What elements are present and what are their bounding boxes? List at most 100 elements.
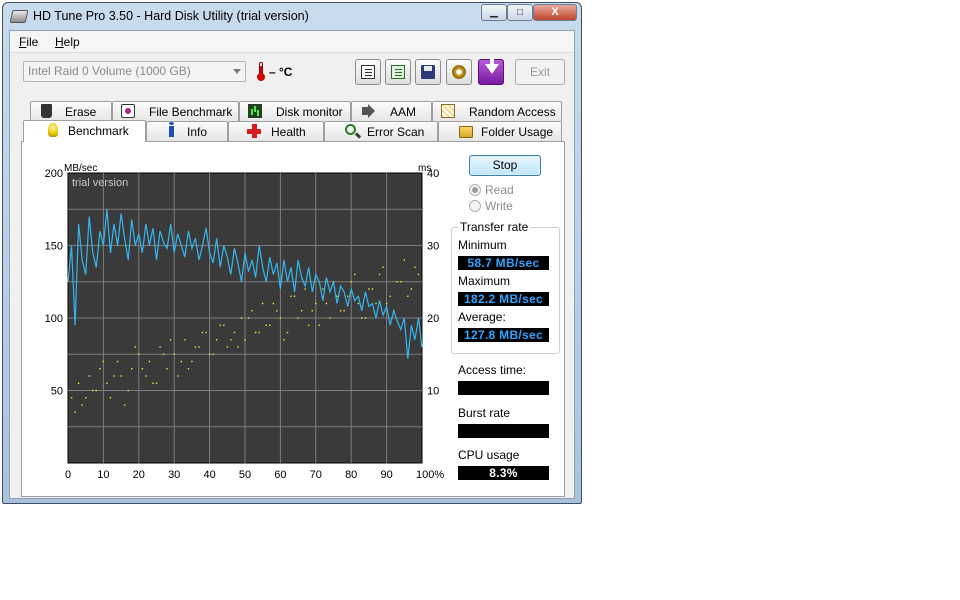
access-time-point: [272, 302, 275, 305]
access-time-point: [194, 346, 197, 348]
access-time-point: [159, 346, 161, 348]
tab-aam[interactable]: AAM: [351, 101, 432, 121]
access-time-point: [262, 302, 264, 305]
tab-error-scan[interactable]: Error Scan: [324, 121, 438, 141]
watermark-label: trial version: [72, 177, 128, 189]
access-time-point: [322, 288, 324, 290]
access-time-point: [131, 368, 133, 370]
copy-image-button[interactable]: [385, 59, 411, 85]
access-time-point: [88, 375, 90, 377]
menu-file-label: ile: [26, 35, 39, 49]
drive-select-value: Intel Raid 0 Volume (1000 GB): [28, 64, 191, 78]
tab-aam-label: AAM: [390, 105, 417, 119]
access-time-point: [371, 288, 374, 290]
y-left-unit-label: MB/sec: [64, 163, 97, 174]
access-time-point: [290, 295, 292, 297]
access-time-point: [368, 288, 370, 290]
temperature-readout: – °C: [269, 65, 293, 79]
access-time-point: [141, 368, 144, 370]
thermometer-icon: [257, 62, 265, 81]
magnifier-icon: [345, 124, 356, 135]
access-time-point: [244, 339, 246, 341]
tab-benchmark[interactable]: Benchmark: [23, 120, 146, 142]
access-time-point: [201, 331, 204, 334]
tab-folder-usage[interactable]: Folder Usage: [438, 121, 562, 141]
x-tick-label: 60: [274, 469, 286, 481]
access-time-point: [417, 273, 420, 276]
access-time-point: [293, 295, 296, 297]
tab-disk-monitor-label: Disk monitor: [276, 105, 343, 119]
y-right-tick-label: 30: [427, 241, 439, 253]
y-left-tick-label: 100: [45, 313, 63, 325]
access-time-point: [215, 339, 218, 341]
access-time-point: [177, 375, 179, 377]
x-tick-label: 50: [239, 469, 251, 481]
x-tick-label: 30: [168, 469, 180, 481]
access-time-point: [308, 324, 310, 326]
access-time-point: [389, 295, 391, 297]
access-time-point: [81, 404, 83, 406]
access-time-point: [378, 273, 381, 276]
access-time-point: [233, 331, 236, 334]
copy-text-button[interactable]: [355, 59, 381, 85]
tab-health-label: Health: [271, 125, 306, 139]
tab-folder-usage-label: Folder Usage: [481, 125, 554, 139]
access-time-point: [205, 331, 207, 334]
read-radio-label: Read: [485, 183, 514, 197]
download-button[interactable]: [478, 58, 504, 85]
tab-health[interactable]: Health: [228, 121, 324, 141]
folder-icon: [459, 126, 473, 138]
random-access-icon: [441, 104, 455, 118]
access-time-point: [265, 324, 267, 326]
x-tick-label: 100%: [416, 469, 444, 481]
copy-icon: [361, 65, 375, 79]
tab-erase[interactable]: Erase: [30, 101, 112, 121]
access-time-point: [74, 411, 76, 413]
menu-help-accel: H: [55, 35, 64, 49]
x-tick-label: 40: [203, 469, 215, 481]
maximize-button[interactable]: □: [507, 4, 533, 21]
tab-info[interactable]: Info: [146, 121, 228, 141]
close-button[interactable]: X: [533, 4, 577, 21]
access-time-point: [92, 389, 94, 392]
read-radio[interactable]: Read: [469, 183, 514, 197]
save-button[interactable]: [415, 59, 441, 85]
access-time-point: [385, 302, 388, 305]
access-time-point: [364, 317, 367, 319]
write-radio[interactable]: Write: [469, 199, 513, 213]
access-time-point: [400, 281, 402, 283]
exit-button[interactable]: Exit: [515, 59, 565, 85]
options-button[interactable]: [446, 59, 472, 85]
stop-button[interactable]: Stop: [469, 155, 541, 176]
menu-help[interactable]: Help: [55, 35, 80, 49]
cpu-usage-label: CPU usage: [458, 448, 520, 462]
window-title: HD Tune Pro 3.50 - Hard Disk Utility (tr…: [33, 9, 309, 23]
minimize-button[interactable]: ▁: [481, 4, 507, 21]
access-time-point: [258, 331, 260, 334]
x-tick-label: 90: [380, 469, 392, 481]
title-bar[interactable]: HD Tune Pro 3.50 - Hard Disk Utility (tr…: [3, 3, 581, 30]
y-left-tick-label: 200: [45, 168, 63, 180]
app-window: HD Tune Pro 3.50 - Hard Disk Utility (tr…: [2, 2, 582, 504]
x-tick-label: 0: [65, 469, 71, 481]
access-time-point: [169, 339, 172, 341]
access-time-point: [396, 281, 398, 283]
access-time-point: [339, 310, 342, 312]
access-time-point: [315, 302, 317, 305]
access-time-point: [254, 331, 257, 334]
access-time-point: [127, 389, 129, 392]
tab-file-benchmark[interactable]: File Benchmark: [112, 101, 239, 121]
radio-selected-icon: [469, 184, 481, 196]
menu-file[interactable]: File: [19, 35, 38, 49]
x-tick-label: 80: [345, 469, 357, 481]
drive-select[interactable]: Intel Raid 0 Volume (1000 GB): [23, 61, 246, 82]
access-time-point: [166, 368, 168, 370]
access-time-label: Access time:: [458, 363, 527, 377]
y-right-tick-label: 10: [427, 386, 439, 398]
access-time-point: [123, 404, 126, 406]
access-time-point: [325, 302, 328, 305]
access-time-value: [458, 381, 549, 395]
tab-disk-monitor[interactable]: Disk monitor: [239, 101, 351, 121]
tab-random-access[interactable]: Random Access: [432, 101, 562, 121]
burst-rate-label: Burst rate: [458, 406, 511, 420]
